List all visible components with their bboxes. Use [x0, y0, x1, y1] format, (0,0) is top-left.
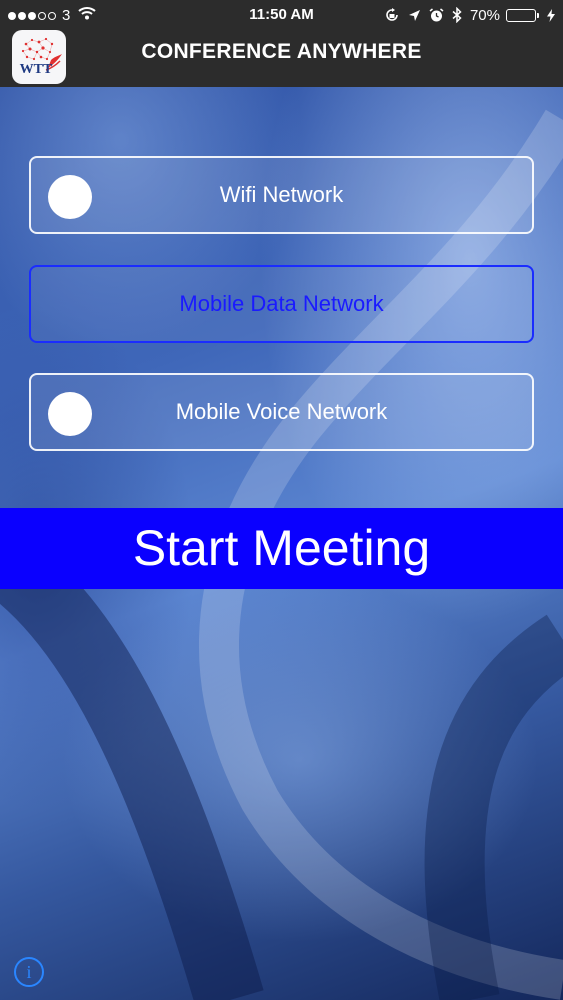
wifi-network-button[interactable]: Wifi Network	[29, 156, 534, 234]
orientation-lock-icon	[384, 7, 400, 23]
start-meeting-button[interactable]: Start Meeting	[0, 508, 563, 589]
navigation-bar: WTT CONFERENCE ANYWHERE	[0, 30, 563, 87]
battery-icon	[506, 8, 539, 22]
charging-bolt-icon	[547, 8, 555, 22]
info-icon[interactable]: i	[14, 957, 44, 987]
status-right: 70%	[376, 0, 555, 30]
app-screen: 3 11:50 AM 70% WTT CONFERENCE ANYWHERE W…	[0, 0, 563, 1000]
page-title: CONFERENCE ANYWHERE	[141, 40, 422, 63]
mobile-voice-network-button[interactable]: Mobile Voice Network	[29, 373, 534, 451]
alarm-clock-icon	[429, 7, 444, 23]
option-label: Mobile Voice Network	[175, 399, 388, 424]
battery-percent: 70%	[469, 6, 500, 24]
location-arrow-icon	[408, 9, 421, 22]
logo-text: WTT	[19, 62, 53, 77]
option-label: Wifi Network	[219, 182, 344, 207]
background-swirl	[0, 109, 563, 1000]
mobile-data-network-button[interactable]: Mobile Data Network	[29, 265, 534, 343]
status-bar: 3 11:50 AM 70%	[0, 0, 563, 30]
option-label: Mobile Data Network	[179, 291, 384, 316]
bluetooth-icon	[452, 7, 462, 23]
